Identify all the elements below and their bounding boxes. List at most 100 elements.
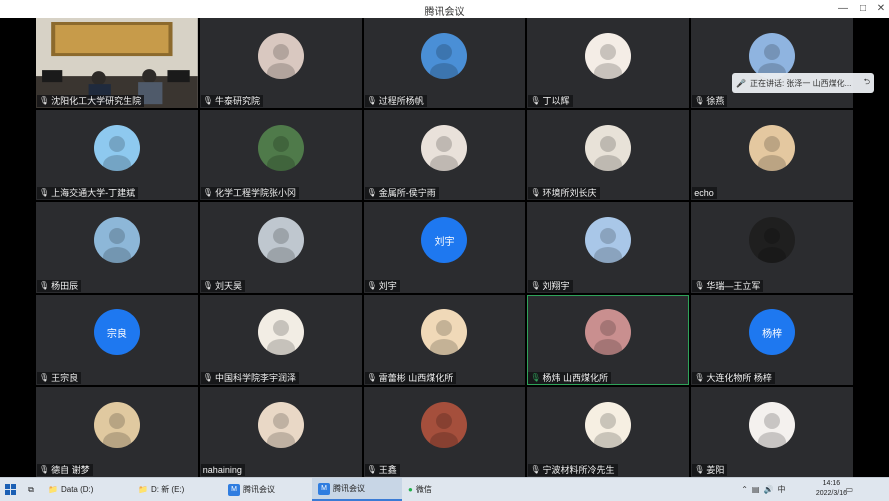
participant-tile[interactable]: 🎙 上海交通大学-丁建斌: [36, 110, 198, 201]
taskbar-app-data-drive[interactable]: 📁 Data (D:): [42, 478, 132, 501]
dog-avatar: [749, 125, 796, 172]
mic-icon: 🎙: [366, 372, 377, 382]
participant-name: 中国科学院李宇润泽: [214, 372, 296, 383]
participant-tile[interactable]: 杨梓 🎙 大连化物所 杨梓: [691, 294, 853, 385]
mic-icon: 🎙: [39, 96, 50, 106]
participant-tile[interactable]: 🎙 德自 谢梦: [36, 386, 198, 477]
taskbar-app-wechat[interactable]: ● 微信: [402, 478, 492, 501]
participant-tile[interactable]: 🎙 沈阳化工大学研究生院: [36, 18, 198, 109]
participant-tile[interactable]: nahaining: [199, 386, 362, 477]
boy-avatar: [421, 125, 468, 172]
volume-icon[interactable]: 🔊: [763, 485, 773, 494]
mic-icon: 🎙: [366, 188, 377, 198]
participant-name: 姜阳: [706, 464, 725, 475]
sunflower-avatar: [421, 32, 468, 79]
participant-name: 杨田辰: [51, 280, 79, 291]
start-button[interactable]: [0, 478, 20, 501]
participant-name: nahaining: [202, 464, 242, 475]
avatar-initials: 刘宇: [421, 217, 468, 264]
bear-avatar: [585, 32, 632, 79]
participant-tile[interactable]: 🎙 环境所刘长庆: [527, 110, 690, 201]
participant-tile[interactable]: 🎙 姜阳: [691, 386, 853, 477]
participant-tile[interactable]: 刘宇 🎙 刘宇: [363, 202, 526, 293]
participant-tile[interactable]: 🎙 王鑫: [363, 386, 526, 477]
network-icon[interactable]: ▤: [752, 485, 760, 494]
participant-nameplate: 🎙 中国科学院李宇润泽: [200, 371, 299, 384]
participant-name: 上海交通大学-丁建斌: [51, 188, 136, 199]
participant-name: 王鑫: [378, 464, 397, 475]
participant-name: 刘宇: [378, 280, 397, 291]
participant-nameplate: 🎙 王宗良: [37, 371, 82, 384]
taskbar-app-tencent-meeting-2[interactable]: M 腾讯会议: [312, 478, 402, 501]
task-view-icon: ⧉: [28, 484, 34, 494]
participant-nameplate: 🎙 杨炜 山西煤化所: [528, 371, 612, 384]
clock-date: 2022/3/16: [815, 490, 847, 497]
title-bar: 腾讯会议 — □ ✕: [0, 0, 889, 19]
ime-language[interactable]: 中: [777, 484, 785, 495]
mic-icon: 🎙: [530, 280, 541, 290]
participant-nameplate: 🎙 过程所杨帆: [364, 95, 427, 108]
collapse-icon[interactable]: ⮌: [864, 76, 870, 90]
wechat-icon: ●: [408, 485, 413, 494]
participant-nameplate: 🎙 王鑫: [364, 463, 400, 476]
cat-avatar: [257, 401, 304, 448]
participant-tile[interactable]: 🎙 徐燕: [691, 18, 853, 109]
participant-name: 宁波材料所冷先生: [542, 464, 615, 475]
mic-active-icon: 🎙: [530, 372, 541, 382]
participant-tile[interactable]: 🎙 中国科学院李宇润泽: [199, 294, 362, 385]
avatar-initials: 杨梓: [749, 309, 796, 356]
participant-name: 过程所杨帆: [378, 96, 424, 107]
participant-name: 刘翔宇: [542, 280, 570, 291]
maximize-button[interactable]: □: [856, 2, 870, 16]
participant-nameplate: 🎙 沈阳化工大学研究生院: [37, 95, 145, 108]
participant-nameplate: 🎙 金属所-侯宁雨: [364, 187, 439, 200]
participant-tile[interactable]: 🎙 金属所-侯宁雨: [363, 110, 526, 201]
participant-tile[interactable]: 🎙 雷蕾彬 山西煤化所: [363, 294, 526, 385]
participant-tile[interactable]: 宗良 🎙 王宗良: [36, 294, 198, 385]
mic-icon: 🎙: [39, 372, 50, 382]
two-people-avatar: [257, 217, 304, 264]
girl-red-avatar: [585, 309, 632, 356]
participant-nameplate: 🎙 德自 谢梦: [37, 463, 93, 476]
participant-tile[interactable]: 🎙 丁以辉: [527, 18, 690, 109]
mic-icon: 🎙: [202, 280, 213, 290]
minimize-button[interactable]: —: [836, 2, 850, 16]
participant-tile[interactable]: echo: [691, 110, 853, 201]
taskbar-app-tencent-meeting-1[interactable]: M 腾讯会议: [222, 478, 312, 501]
speaking-toast[interactable]: 🎤 正在讲话: 张泽一 山西煤化... ⮌: [732, 73, 874, 93]
taskbar-app-new-drive[interactable]: 📁 D: 新 (E:): [132, 478, 222, 501]
participant-tile[interactable]: 🎙 宁波材料所冷先生: [527, 386, 690, 477]
heart-tree-avatar: [93, 125, 140, 172]
participant-nameplate: 🎙 刘宇: [364, 279, 400, 292]
participant-nameplate: 🎙 宁波材料所冷先生: [528, 463, 618, 476]
participant-nameplate: 🎙 雷蕾彬 山西煤化所: [364, 371, 457, 384]
participant-tile[interactable]: 🎙 刘天昊: [199, 202, 362, 293]
participant-name: 化学工程学院张小冈: [214, 188, 296, 199]
chevron-up-icon[interactable]: ⌃: [741, 485, 748, 494]
participant-tile[interactable]: 🎙 华瑞—王立军: [691, 202, 853, 293]
participant-name: 德自 谢梦: [51, 464, 90, 475]
garden-avatar: [257, 125, 304, 172]
participant-tile[interactable]: 🎙 化学工程学院张小冈: [199, 110, 362, 201]
sketch-girl-avatar: [585, 125, 632, 172]
meeting-stage: 🎙 沈阳化工大学研究生院 🎙 牛泰研究院 🎙 过程所杨帆 🎙 丁以辉 🎙 徐燕 🎙 上海交通大学-丁建…: [0, 18, 889, 477]
participant-tile[interactable]: 🎙 牛泰研究院: [199, 18, 362, 109]
tencent-meeting-icon: M: [318, 482, 330, 495]
participant-tile[interactable]: 🎙 杨炜 山西煤化所: [527, 294, 690, 385]
participant-tile[interactable]: 🎙 杨田辰: [36, 202, 198, 293]
participant-nameplate: 🎙 牛泰研究院: [200, 95, 263, 108]
mic-icon: 🎙: [39, 280, 50, 290]
participant-nameplate: nahaining: [200, 463, 245, 476]
participant-name: echo: [694, 188, 714, 199]
mic-icon: 🎙: [39, 464, 50, 474]
participant-tile[interactable]: 🎙 刘翔宇: [527, 202, 690, 293]
taskbar-clock[interactable]: 14:16 2022/3/16: [816, 479, 847, 499]
mic-icon: 🎙: [202, 372, 213, 382]
participant-nameplate: 🎙 杨田辰: [37, 279, 82, 292]
cartoon-bear-avatar: [749, 401, 796, 448]
participant-tile[interactable]: 🎙 过程所杨帆: [363, 18, 526, 109]
task-view-button[interactable]: ⧉: [20, 478, 42, 501]
close-button[interactable]: ✕: [874, 2, 888, 16]
folder-icon: 📁: [48, 485, 58, 494]
participant-nameplate: 🎙 刘翔宇: [528, 279, 573, 292]
